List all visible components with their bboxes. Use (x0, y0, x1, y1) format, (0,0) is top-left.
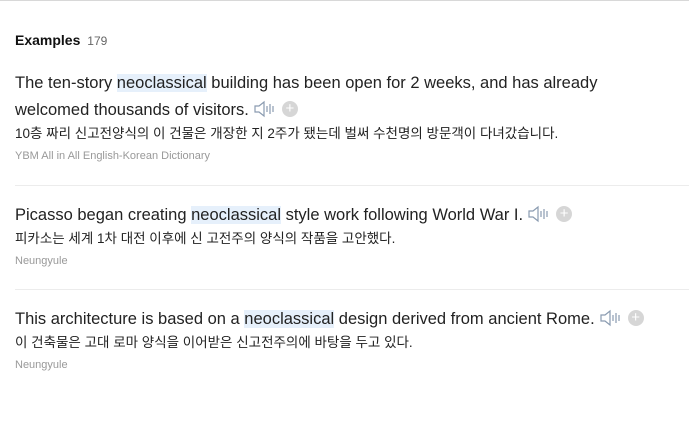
highlighted-word: neoclassical (244, 310, 335, 328)
sentence-text: The ten-story (15, 74, 117, 92)
sentence-text: This architecture is based on a (15, 310, 245, 328)
sentence-text: design derived from ancient Rome. (334, 310, 595, 328)
examples-count: 179 (87, 34, 108, 48)
sentence-text: Picasso began creating (15, 206, 192, 224)
example-sentence-en: This architecture is based on a neoclass… (15, 306, 675, 333)
speaker-icon[interactable] (253, 100, 277, 118)
highlighted-word: neoclassical (116, 74, 207, 92)
example-sentence-ko: 이 건축물은 고대 로마 양식을 이어받은 신고전주의에 바탕을 두고 있다. (15, 335, 413, 350)
add-to-wordbook-icon[interactable]: + (556, 205, 573, 222)
example-sentence-ko: 10층 짜리 신고전양식의 이 건물은 개장한 지 2주가 됐는데 벌써 수천명… (15, 126, 559, 141)
sentence-actions: + (599, 309, 644, 327)
speaker-icon[interactable] (599, 309, 623, 327)
sentence-actions: + (527, 205, 573, 223)
examples-header: Examples 179 (15, 32, 107, 48)
highlighted-word: neoclassical (191, 206, 282, 224)
example-sentence-en: The ten-story neoclassical building has … (15, 70, 675, 124)
divider (15, 185, 689, 186)
speaker-icon[interactable] (527, 205, 551, 223)
divider (15, 289, 689, 290)
example-sentence-ko: 피카소는 세계 1차 대전 이후에 신 고전주의 양식의 작품을 고안했다. (15, 231, 396, 246)
example-source: YBM All in All English-Korean Dictionary (15, 150, 211, 162)
sentence-actions: + (253, 100, 298, 118)
examples-panel: Examples 179 The ten-story neoclassical … (0, 0, 689, 434)
add-to-wordbook-icon[interactable]: + (281, 100, 298, 117)
sentence-text: style work following World War I. (281, 206, 524, 224)
example-item: Picasso began creating neoclassical styl… (15, 202, 675, 267)
examples-title: Examples (15, 32, 81, 48)
example-item: This architecture is based on a neoclass… (15, 306, 675, 371)
example-sentence-en: Picasso began creating neoclassical styl… (15, 202, 675, 229)
example-source: Neungyule (15, 255, 68, 267)
add-to-wordbook-icon[interactable]: + (627, 309, 644, 326)
example-item: The ten-story neoclassical building has … (15, 70, 675, 162)
example-source: Neungyule (15, 359, 68, 371)
